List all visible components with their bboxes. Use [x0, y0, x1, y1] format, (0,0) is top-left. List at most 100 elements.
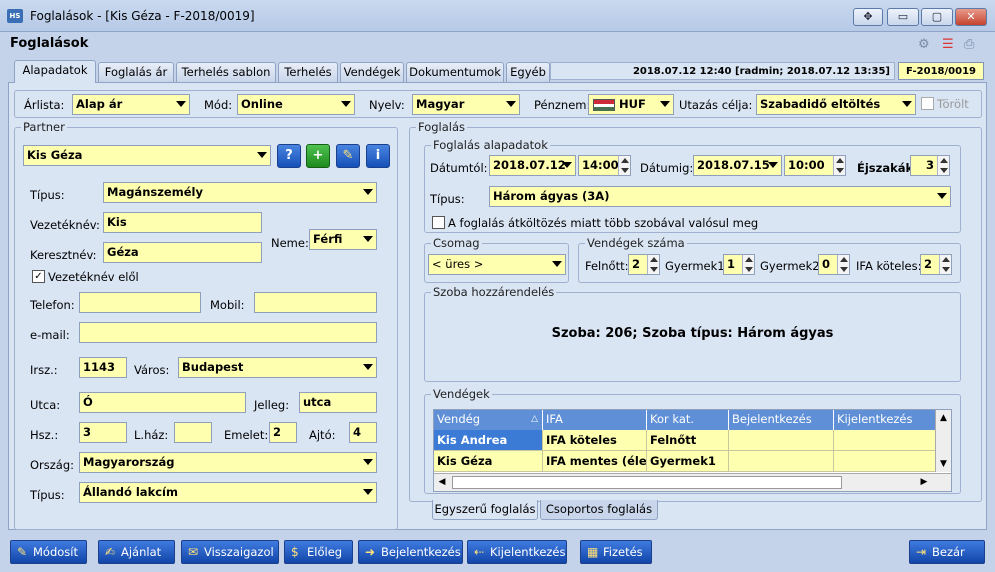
spinner-arrows-icon[interactable] [937, 156, 949, 175]
hsz-input[interactable]: 3 [79, 422, 127, 443]
gyermek1-value: 1 [727, 257, 736, 271]
felnott-spinner[interactable]: 2 [628, 254, 660, 275]
spinner-arrows-icon[interactable] [833, 156, 845, 175]
utazas-select[interactable]: Szabadidő eltöltés [756, 94, 916, 115]
tab-terheles[interactable]: Terhelés [278, 62, 338, 82]
table-cell[interactable]: Kis Géza [434, 451, 543, 472]
info-icon[interactable]: i [366, 144, 390, 168]
mobil-input[interactable] [254, 292, 377, 313]
eloleg-button[interactable]: $ Előleg [284, 540, 353, 564]
fizetes-button[interactable]: ▦ Fizetés [580, 540, 652, 564]
gyermek1-spinner[interactable]: 1 [723, 254, 755, 275]
table-cell[interactable] [729, 451, 834, 472]
neme-select[interactable]: Férfi [309, 229, 377, 250]
minimize-button[interactable]: ▭ [887, 8, 919, 26]
kijelentkezes-button[interactable]: ⇠ Kijelentkezés [467, 540, 567, 564]
telefon-input[interactable] [79, 292, 201, 313]
table-cell[interactable]: Gyermek1 [647, 451, 729, 472]
printer-icon[interactable]: ⎙ [964, 37, 974, 52]
mod-select[interactable]: Online [237, 94, 355, 115]
visszaigazol-button[interactable]: ✉ Visszaigazol [181, 540, 279, 564]
jelleg-input[interactable]: utca [299, 392, 377, 413]
modosit-button[interactable]: ✎ Módosít [10, 540, 87, 564]
spinner-arrows-icon[interactable] [618, 156, 630, 175]
atkoltozes-checkbox[interactable] [432, 216, 445, 229]
tab-foglalas-ar[interactable]: Foglalás ár [98, 62, 174, 82]
table-cell[interactable]: Kis Andrea [434, 430, 543, 451]
table-cell[interactable] [729, 430, 834, 451]
horizontal-scrollbar[interactable]: ◀ ▶ [434, 473, 951, 491]
email-input[interactable] [79, 322, 377, 343]
datumig-picker[interactable]: 2018.07.15 [693, 155, 782, 176]
spinner-arrows-icon[interactable] [742, 255, 754, 274]
spinner-arrows-icon[interactable] [837, 255, 849, 274]
gyermek2-spinner[interactable]: 0 [818, 254, 850, 275]
spinner-arrows-icon[interactable] [939, 255, 951, 274]
scroll-up-icon[interactable]: ▲ [936, 410, 951, 426]
vezeteknev-elol-checkbox[interactable]: ✓ [32, 270, 45, 283]
tab-vendegek[interactable]: Vendégek [340, 62, 404, 82]
table-cell[interactable]: IFA köteles [543, 430, 647, 451]
bezar-label: Bezár [932, 545, 965, 559]
col-header-ifa[interactable]: IFA [543, 410, 647, 430]
varos-select[interactable]: Budapest [178, 357, 377, 378]
scroll-down-icon[interactable]: ▼ [936, 456, 951, 472]
tab-dokumentumok[interactable]: Dokumentumok [406, 62, 504, 82]
irsz-input[interactable]: 1143 [79, 357, 127, 378]
partner-select[interactable]: Kis Géza [23, 145, 271, 166]
datumtol-picker[interactable]: 2018.07.12 [489, 155, 576, 176]
close-button[interactable]: ✕ [955, 8, 987, 26]
ifa-spinner[interactable]: 2 [920, 254, 952, 275]
tipus-select[interactable]: Magánszemély [103, 182, 377, 203]
list-icon[interactable]: ☰ [942, 37, 954, 52]
scrollbar-thumb[interactable] [452, 476, 842, 489]
offer-icon: ✍ [105, 545, 116, 559]
col-header-kijelentkezes[interactable]: Kijelentkezés [834, 410, 936, 430]
arlista-select[interactable]: Alap ár [72, 94, 190, 115]
col-header-bejelentkezes[interactable]: Bejelentkezés [729, 410, 834, 430]
col-header-korkat[interactable]: Kor kat. [647, 410, 729, 430]
scroll-left-icon[interactable]: ◀ [434, 474, 450, 491]
subtab-csoportos[interactable]: Csoportos foglalás [540, 500, 658, 520]
add-partner-button[interactable]: + [306, 144, 330, 168]
lakcim-tipus-select[interactable]: Állandó lakcím [79, 482, 377, 503]
kijelentkezes-label: Kijelentkezés [490, 545, 566, 559]
maximize-button[interactable]: ▢ [921, 8, 953, 26]
spinner-arrows-icon[interactable] [647, 255, 659, 274]
scroll-right-icon[interactable]: ▶ [916, 474, 932, 491]
torolt-checkbox[interactable] [921, 97, 934, 110]
bejelentkezes-button[interactable]: ➜ Bejelentkezés [358, 540, 463, 564]
emelet-input[interactable]: 2 [269, 422, 297, 443]
edit-pencil-icon[interactable]: ✎ [336, 144, 360, 168]
ejszakak-spinner[interactable]: 3 [910, 155, 950, 176]
settings-icon[interactable]: ⚙ [918, 37, 930, 52]
table-cell[interactable] [834, 430, 936, 451]
eloleg-label: Előleg [307, 545, 343, 559]
subtab-egyszeru[interactable]: Egyszerű foglalás [432, 500, 538, 520]
ajto-input[interactable]: 4 [349, 422, 377, 443]
tab-alapadatok[interactable]: Alapadatok [14, 60, 96, 83]
help-button[interactable]: ? [277, 144, 301, 168]
keresztnev-input[interactable]: Géza [103, 242, 262, 263]
nyelv-select[interactable]: Magyar [412, 94, 520, 115]
lhaz-input[interactable] [174, 422, 212, 443]
move-window-button[interactable]: ✥ [853, 8, 883, 26]
ajanlat-button[interactable]: ✍ Ajánlat [98, 540, 175, 564]
col-header-vendeg[interactable]: Vendég △ [434, 410, 543, 430]
table-cell[interactable]: IFA mentes (életkor) [543, 451, 647, 472]
vezeteknev-input[interactable]: Kis [103, 212, 262, 233]
utca-input[interactable]: Ó [79, 392, 246, 413]
tab-egyeb[interactable]: Egyéb [506, 62, 550, 82]
penznem-select[interactable]: HUF [588, 94, 674, 115]
orszag-select[interactable]: Magyarország [79, 452, 377, 473]
table-cell[interactable]: Felnőtt [647, 430, 729, 451]
vertical-scrollbar[interactable]: ▲ ▼ [935, 410, 951, 472]
bezar-button[interactable]: ⇥ Bezár [909, 540, 985, 564]
csomag-select[interactable]: < üres > [428, 254, 566, 275]
ejszakak-label: Éjszakák: [857, 161, 918, 175]
szobatipus-select[interactable]: Három ágyas (3A) [489, 186, 951, 207]
table-cell[interactable] [834, 451, 936, 472]
ido2-spinner[interactable]: 10:00 [784, 155, 846, 176]
tab-terheles-sablon[interactable]: Terhelés sablon [176, 62, 276, 82]
ido1-spinner[interactable]: 14:00 [578, 155, 631, 176]
